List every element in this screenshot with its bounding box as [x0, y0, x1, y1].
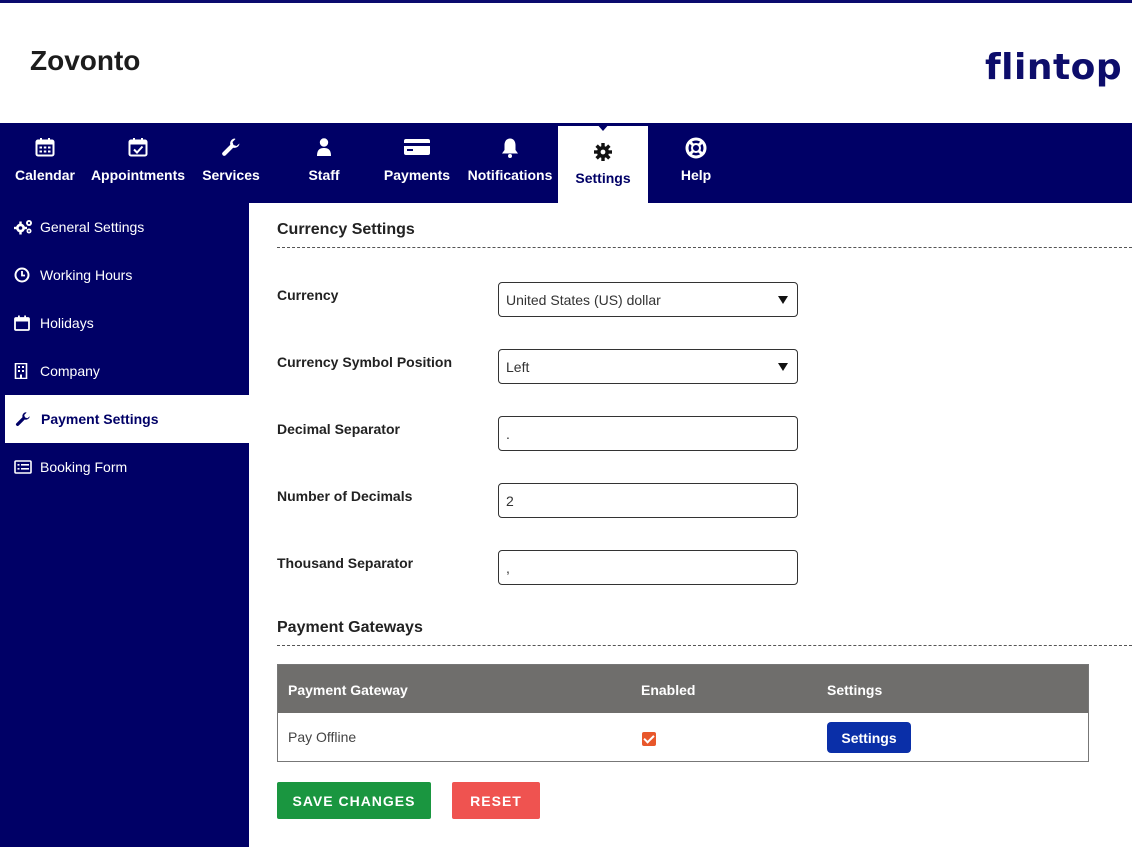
nav-label: Appointments [90, 167, 186, 183]
thousand-separator-label: Thousand Separator [277, 555, 414, 571]
sidebar-item-general-settings[interactable]: General Settings [0, 203, 249, 251]
currency-select[interactable]: United States (US) dollar [498, 282, 798, 317]
save-changes-button[interactable]: SAVE CHANGES [277, 782, 431, 819]
decimal-separator-input[interactable]: . [498, 416, 798, 451]
sidebar-item-payment-settings[interactable]: Payment Settings [5, 395, 249, 443]
clock-icon [14, 265, 34, 285]
calendar-icon [14, 313, 34, 333]
sidebar-item-label: Payment Settings [41, 411, 159, 427]
currency-label: Currency [277, 287, 339, 303]
calendar-check-icon [90, 137, 186, 159]
nav-label: Help [680, 167, 712, 183]
gateway-enabled-checkbox[interactable] [642, 732, 656, 746]
header: Zovonto flintop [0, 3, 1132, 123]
payment-gateways-table: Payment Gateway Enabled Settings Pay Off… [277, 664, 1089, 762]
number-of-decimals-label: Number of Decimals [277, 488, 413, 504]
nav-appointments[interactable]: Appointments [90, 123, 186, 203]
bell-icon [462, 137, 558, 159]
wrench-icon [15, 409, 35, 429]
currency-settings-title: Currency Settings [277, 221, 415, 238]
sidebar-item-label: Holidays [40, 315, 94, 331]
life-ring-icon [648, 137, 744, 159]
gateway-name: Pay Offline [288, 729, 357, 745]
nav-label: Staff [308, 167, 340, 183]
active-nav-indicator [596, 123, 610, 131]
credit-card-icon [372, 137, 462, 159]
sidebar-item-label: Company [40, 363, 100, 379]
nav-help[interactable]: Help [648, 123, 744, 203]
currency-symbol-position-value: Left [506, 358, 530, 375]
payment-gateways-title: Payment Gateways [277, 619, 423, 636]
sidebar-item-label: General Settings [40, 219, 145, 235]
calendar-icon [0, 137, 90, 159]
column-header-enabled: Enabled [641, 682, 696, 698]
number-of-decimals-value: 2 [506, 492, 514, 509]
column-header-payment-gateway: Payment Gateway [288, 682, 408, 698]
top-nav: Calendar Appointments Services Staff Pay… [0, 123, 1132, 203]
wrench-icon [186, 137, 276, 159]
currency-symbol-position-label: Currency Symbol Position [277, 354, 453, 370]
sidebar-item-label: Working Hours [40, 267, 133, 283]
sidebar-item-company[interactable]: Company [0, 347, 249, 395]
nav-label: Settings [575, 170, 631, 186]
sidebar: General Settings Working Hours Holidays … [0, 203, 249, 847]
number-of-decimals-input[interactable]: 2 [498, 483, 798, 518]
nav-label: Notifications [467, 167, 553, 183]
gear-icon [558, 142, 648, 164]
thousand-separator-input[interactable]: , [498, 550, 798, 585]
chevron-down-icon [778, 363, 788, 371]
decimal-separator-label: Decimal Separator [277, 421, 400, 437]
list-alt-icon [14, 457, 34, 477]
nav-notifications[interactable]: Notifications [462, 123, 558, 203]
sidebar-item-holidays[interactable]: Holidays [0, 299, 249, 347]
brand-logo: flintop [985, 47, 1122, 88]
app-title: Zovonto [30, 45, 141, 76]
reset-button[interactable]: RESET [452, 782, 540, 819]
divider [277, 645, 1132, 646]
nav-staff[interactable]: Staff [276, 123, 372, 203]
thousand-separator-value: , [506, 559, 510, 576]
decimal-separator-value: . [506, 425, 510, 442]
cogs-icon [14, 217, 34, 237]
currency-select-value: United States (US) dollar [506, 291, 661, 308]
gateway-settings-button[interactable]: Settings [827, 722, 911, 753]
nav-services[interactable]: Services [186, 123, 276, 203]
currency-symbol-position-select[interactable]: Left [498, 349, 798, 384]
building-icon [14, 361, 34, 381]
divider [277, 247, 1132, 248]
table-row: Pay Offline Settings [278, 713, 1088, 761]
brand-logo-text: flintop [985, 47, 1123, 88]
nav-label: Payments [383, 167, 451, 183]
sidebar-item-booking-form[interactable]: Booking Form [0, 443, 249, 491]
table-header: Payment Gateway Enabled Settings [278, 665, 1088, 713]
nav-label: Services [202, 167, 260, 183]
column-header-settings: Settings [827, 682, 883, 698]
nav-settings[interactable]: Settings [558, 126, 648, 203]
sidebar-item-working-hours[interactable]: Working Hours [0, 251, 249, 299]
nav-payments[interactable]: Payments [372, 123, 462, 203]
main-content: Currency Settings Currency United States… [249, 203, 1132, 847]
nav-label: Calendar [15, 167, 75, 183]
user-icon [276, 137, 372, 159]
sidebar-item-label: Booking Form [40, 459, 128, 475]
chevron-down-icon [778, 296, 788, 304]
nav-calendar[interactable]: Calendar [0, 123, 90, 203]
